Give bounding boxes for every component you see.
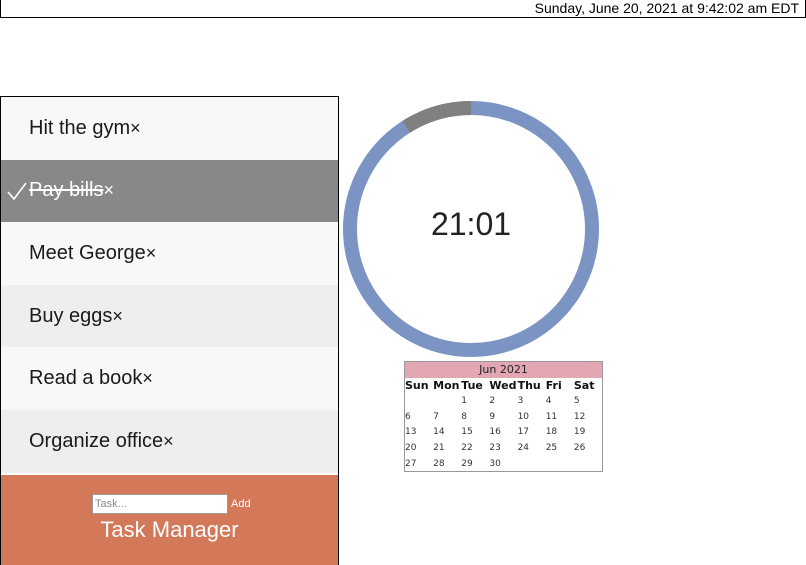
task-item[interactable]: Read a book × (1, 347, 338, 410)
task-item[interactable]: Hit the gym × (1, 97, 338, 160)
task-input[interactable] (92, 494, 228, 514)
calendar-week: 27 28 29 30 (405, 456, 602, 472)
task-footer: Add Task Manager (1, 475, 338, 565)
calendar-day[interactable]: 13 (405, 424, 433, 440)
calendar-day[interactable]: 14 (433, 424, 461, 440)
calendar-day[interactable]: 15 (461, 424, 489, 440)
calendar-day[interactable]: 21 (433, 440, 461, 456)
close-icon[interactable]: × (130, 118, 141, 139)
calendar-day[interactable]: 12 (574, 409, 602, 425)
close-icon[interactable]: × (142, 368, 153, 389)
calendar-empty-cell (433, 393, 461, 409)
calendar-week: 6 7 8 9 10 11 12 (405, 409, 602, 425)
check-icon (7, 182, 27, 200)
calendar-day[interactable]: 5 (574, 393, 602, 409)
task-item[interactable]: Meet George × (1, 222, 338, 285)
calendar-day[interactable]: 7 (433, 409, 461, 425)
calendar-empty-cell (518, 456, 546, 472)
weekday-header: Sun (405, 379, 429, 392)
app-title: Task Manager (100, 517, 239, 542)
timer-display: 21:01 (430, 206, 512, 242)
task-item[interactable]: Buy eggs × (1, 284, 338, 348)
calendar-empty-cell (574, 456, 602, 472)
weekday-header: Sat (573, 379, 595, 392)
calendar-day[interactable]: 25 (546, 440, 574, 456)
task-text: Hit the gym (29, 116, 131, 139)
calendar-day[interactable]: 27 (405, 456, 433, 472)
close-icon[interactable]: × (146, 243, 157, 264)
calendar-week: 12345 (405, 393, 602, 409)
calendar-day[interactable]: 4 (546, 393, 574, 409)
weekday-header: Mon (433, 379, 460, 392)
calendar-day[interactable]: 30 (489, 456, 517, 472)
task-text: Meet George (29, 241, 146, 264)
close-icon[interactable]: × (112, 306, 123, 327)
add-button[interactable]: Add (231, 498, 251, 510)
calendar-day[interactable]: 2 (489, 393, 517, 409)
calendar-day[interactable]: 23 (489, 440, 517, 456)
calendar-day[interactable]: 29 (461, 456, 489, 472)
top-bar: Sunday, June 20, 2021 at 9:42:02 am EDT (0, 0, 806, 18)
task-item[interactable]: Organize office × (1, 409, 338, 473)
task-text: Pay bills (29, 179, 104, 202)
calendar-day[interactable]: 11 (546, 409, 574, 425)
close-icon[interactable]: × (103, 180, 114, 201)
calendar-day[interactable]: 6 (405, 409, 433, 425)
calendar-day[interactable]: 28 (433, 456, 461, 472)
calendar-week: 20 21 22 23 24 25 26 (405, 440, 602, 456)
weekday-header: Tue (461, 379, 483, 392)
calendar-grid: Sun Mon Tue Wed Thu Fri Sat 1 2 3 4 5 6 7 8 9 10 11 12 13 1… (405, 378, 602, 471)
calendar-day[interactable]: 16 (489, 424, 517, 440)
calendar-day[interactable]: 9 (489, 409, 517, 425)
task-text: Organize office (29, 429, 164, 452)
calendar-day[interactable]: 8 (461, 409, 489, 425)
weekday-header: Wed (489, 379, 517, 392)
close-icon[interactable]: × (163, 431, 174, 452)
calendar-month-label: Jun 2021 (405, 362, 602, 378)
calendar-empty-cell (546, 456, 574, 472)
calendar-day[interactable]: 3 (518, 393, 546, 409)
datetime-display: Sunday, June 20, 2021 at 9:42:02 am EDT (534, 0, 799, 16)
task-text: Read a book (29, 367, 143, 390)
weekday-header: Fri (545, 379, 562, 392)
calendar-day[interactable]: 1 (461, 393, 489, 409)
calendar-day[interactable]: 22 (461, 440, 489, 456)
calendar-day[interactable]: 26 (574, 440, 602, 456)
task-list: Hit the gym × Pay bills × Meet George × Buy… (0, 96, 339, 565)
task-item-done[interactable]: Pay bills × (1, 159, 338, 223)
mini-calendar: Jun 2021 Sun Mon Tue Wed Thu Fri Sat 123456789… (404, 361, 603, 473)
calendar-week: 13 14 15 16 17 18 19 (405, 424, 602, 440)
calendar-day[interactable]: 20 (405, 440, 433, 456)
calendar-day[interactable]: 24 (518, 440, 546, 456)
calendar-day[interactable]: 10 (518, 409, 546, 425)
countdown-timer: 21:01 (342, 100, 600, 358)
calendar-day[interactable]: 18 (546, 424, 574, 440)
calendar-day[interactable]: 19 (574, 424, 602, 440)
calendar-day[interactable]: 17 (518, 424, 546, 440)
calendar-empty-cell (405, 393, 433, 409)
task-text: Buy eggs (29, 304, 113, 327)
add-task-form: Add (92, 494, 251, 514)
weekday-header: Thu (517, 379, 541, 392)
